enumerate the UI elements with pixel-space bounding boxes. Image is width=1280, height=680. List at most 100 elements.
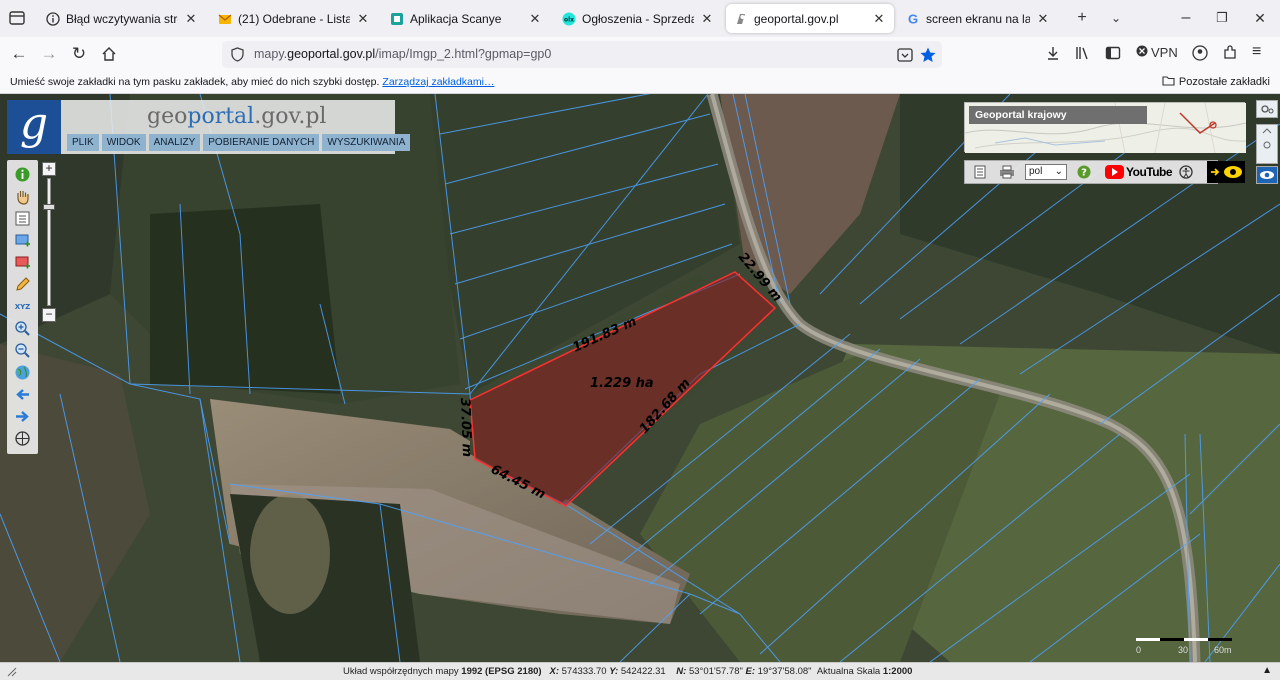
map-toolbar: XYZ [7, 160, 38, 454]
zoom-slider-handle[interactable] [43, 204, 55, 210]
youtube-play-icon [1105, 165, 1124, 179]
next-extent-icon[interactable] [14, 408, 31, 425]
print-icon[interactable] [973, 165, 987, 182]
olx-icon: olx [562, 12, 576, 26]
menu-plik[interactable]: PLIK [67, 134, 99, 151]
scale-mid-label: 30 [1178, 645, 1188, 655]
close-tab-icon[interactable]: ✕ [700, 11, 714, 27]
scanye-icon [390, 12, 404, 26]
edge-label-left: 37.05 m [457, 398, 474, 458]
language-select[interactable]: pol ⌄ [1025, 164, 1067, 180]
resize-grip-icon[interactable] [6, 666, 18, 680]
globe-icon[interactable] [14, 364, 31, 381]
library-icon[interactable] [1075, 45, 1091, 64]
other-bookmarks-label: Pozostałe zakładki [1178, 76, 1270, 88]
zoom-out-icon[interactable] [14, 342, 31, 359]
home-icon[interactable] [98, 43, 120, 65]
e-value: 19°37'58.08" [757, 666, 812, 677]
mail-icon [218, 12, 232, 26]
tab-scanye[interactable]: Aplikacja Scanye ✕ [382, 4, 550, 33]
list-all-tabs-icon[interactable] [8, 9, 26, 27]
map-settings-icon[interactable] [1256, 100, 1278, 118]
close-tab-icon[interactable]: ✕ [528, 11, 542, 27]
sidebar-icon[interactable] [1105, 45, 1121, 64]
n-value: 53°01'57.78" [688, 666, 743, 677]
vpn-label: VPN [1151, 45, 1178, 60]
restore-icon[interactable]: ❐ [1212, 8, 1232, 28]
x-value: 574333.70 [561, 666, 607, 677]
tab-geoportal[interactable]: geoportal.gov.pl ✕ [726, 4, 894, 33]
manage-bookmarks-link[interactable]: Zarządzaj zakładkami… [382, 76, 494, 88]
extensions-icon[interactable] [1222, 45, 1238, 64]
map-view[interactable]: 1.229 ha 191.83 m 22.99 m 182.68 m 64.45… [0, 94, 1280, 662]
tab-strip: Błąd wczytywania strony ✕ (21) Odebrane … [0, 0, 1280, 37]
account-icon[interactable] [1192, 45, 1208, 64]
reload-icon[interactable]: ↻ [68, 43, 90, 65]
geoportal-menu: PLIK WIDOK ANALIZY POBIERANIE DANYCH WYS… [67, 134, 411, 151]
geoportal-logo-text: geoportal.gov.pl [147, 104, 327, 129]
zoom-minus-button[interactable]: − [42, 308, 56, 322]
chevron-down-icon[interactable]: ⌄ [1106, 8, 1126, 28]
vpn-button[interactable]: VPN [1136, 45, 1178, 60]
language-value: pol [1029, 166, 1043, 177]
add-layer-icon[interactable] [14, 232, 31, 249]
add-service-icon[interactable] [14, 254, 31, 271]
full-extent-icon[interactable] [14, 430, 31, 447]
zoom-in-icon[interactable] [14, 320, 31, 337]
y-label: Y: [609, 666, 619, 677]
zoom-plus-button[interactable]: + [42, 162, 56, 176]
geoportal-logo-icon[interactable]: g [7, 100, 61, 154]
panel-toggle[interactable] [1256, 124, 1278, 164]
back-icon[interactable]: ← [8, 43, 30, 65]
address-bar[interactable]: mapy.geoportal.gov.pl/imap/Imgp_2.html?g… [222, 41, 942, 68]
url-text[interactable]: mapy.geoportal.gov.pl/imap/Imgp_2.html?g… [254, 47, 551, 61]
help-icon[interactable]: ? [1077, 165, 1091, 182]
save-to-pocket-icon[interactable] [896, 46, 914, 64]
legend-icon[interactable] [14, 210, 31, 227]
accessibility-icon[interactable] [1179, 165, 1193, 182]
previous-extent-icon[interactable] [14, 386, 31, 403]
folder-icon [1162, 75, 1175, 89]
tab-error-page[interactable]: Błąd wczytywania strony ✕ [38, 4, 206, 33]
tab-google[interactable]: G screen ekranu na laptopie - Szukaj w G… [898, 4, 1058, 33]
hamburger-menu-icon[interactable]: ≡ [1252, 44, 1261, 60]
youtube-link[interactable]: YouTube [1105, 165, 1173, 179]
tab-label: screen ekranu na laptopie - Szukaj w Goo… [926, 11, 1030, 26]
scale-value: 1:2000 [882, 666, 913, 677]
overview-map-title: Geoportal krajowy [969, 106, 1147, 124]
scroll-up-icon[interactable]: ▲ [1262, 665, 1272, 676]
pan-hand-icon[interactable] [14, 188, 31, 205]
printer-icon[interactable] [999, 165, 1015, 182]
shield-icon[interactable] [230, 47, 245, 62]
close-tab-icon[interactable]: ✕ [184, 11, 198, 27]
close-tab-icon[interactable]: ✕ [872, 11, 886, 27]
tab-olx[interactable]: olx Ogłoszenia - Sprzedam, kupię ✕ [554, 4, 722, 33]
draw-pencil-icon[interactable] [14, 276, 31, 293]
forward-icon[interactable]: → [38, 43, 60, 65]
overview-map[interactable]: Geoportal krajowy [964, 102, 1246, 153]
geoportal-icon [734, 12, 748, 26]
bookmark-star-icon[interactable] [919, 46, 937, 64]
close-window-icon[interactable]: ✕ [1250, 8, 1270, 28]
high-contrast-button[interactable] [1207, 161, 1245, 183]
bookmarks-bar: Umieść swoje zakładki na tym pasku zakła… [0, 71, 1280, 94]
crs-label: Układ współrzędnych mapy [343, 666, 459, 677]
close-tab-icon[interactable]: ✕ [1036, 11, 1050, 27]
info-tool-icon[interactable] [14, 166, 31, 183]
downloads-icon[interactable] [1045, 45, 1061, 64]
close-tab-icon[interactable]: ✕ [356, 11, 370, 27]
minimize-icon[interactable]: – [1176, 8, 1196, 28]
tab-label: Ogłoszenia - Sprzedam, kupię [582, 11, 694, 26]
tab-mail[interactable]: (21) Odebrane - Lista Wiadomości ✕ [210, 4, 378, 33]
new-tab-icon[interactable]: + [1072, 8, 1092, 28]
zoom-rail-track[interactable] [47, 178, 51, 306]
zoom-slider[interactable]: + − [42, 162, 56, 323]
menu-wyszukiwania[interactable]: WYSZUKIWANIA [322, 134, 411, 151]
view-eye-icon[interactable] [1256, 166, 1278, 184]
menu-pobieranie-danych[interactable]: POBIERANIE DANYCH [203, 134, 320, 151]
tab-label: (21) Odebrane - Lista Wiadomości [238, 11, 350, 26]
menu-widok[interactable]: WIDOK [101, 134, 146, 151]
coordinates-xyz-icon[interactable]: XYZ [14, 298, 31, 315]
other-bookmarks-button[interactable]: Pozostałe zakładki [1162, 75, 1270, 89]
menu-analizy[interactable]: ANALIZY [148, 134, 201, 151]
